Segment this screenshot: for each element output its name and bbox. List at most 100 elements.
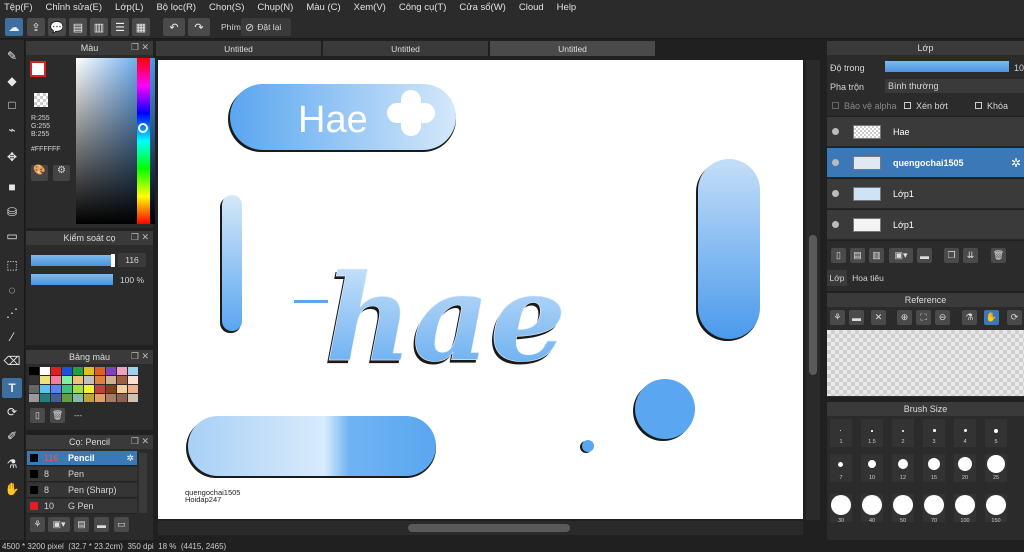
select-eraser-icon[interactable]: ⌫ xyxy=(2,351,22,371)
cloud-icon[interactable]: ☁ xyxy=(5,18,23,36)
menu-edit[interactable]: Chỉnh sửa(E) xyxy=(46,2,103,13)
reset-button[interactable]: ⊘ Đặt lại xyxy=(241,18,291,36)
brush-size-cell[interactable]: 12 xyxy=(892,454,914,482)
copy-layer-icon[interactable]: ❐ xyxy=(944,248,959,263)
gear-icon[interactable]: ✲ xyxy=(1011,156,1021,170)
select-rect-icon[interactable]: ⬚ xyxy=(2,255,22,275)
brush-size-cell[interactable]: 1.5 xyxy=(861,419,883,447)
grid-icon[interactable]: ▦ xyxy=(132,18,150,36)
menu-file[interactable]: Tệp(F) xyxy=(4,2,33,13)
lasso-icon[interactable]: ◌ xyxy=(2,280,22,300)
new-folder-layer-icon[interactable]: ▥ xyxy=(869,248,884,263)
drawing-canvas[interactable]: Hae hae hae quengochai1505 Hoidap247 xyxy=(158,60,803,519)
horizontal-scrollbar[interactable] xyxy=(158,521,803,535)
menu-filter[interactable]: Bộ lọc(R) xyxy=(156,2,196,13)
brush-size-handle[interactable] xyxy=(111,254,115,267)
lasso-brush-icon[interactable]: ⌁ xyxy=(2,120,22,140)
tab-untitled-2[interactable]: Untitled xyxy=(323,41,488,56)
gear-icon[interactable]: ✲ xyxy=(126,453,134,464)
eraser-tool-icon[interactable]: ◆ xyxy=(2,71,22,91)
brush-size-cell[interactable]: 70 xyxy=(923,494,945,524)
brush-size-cell[interactable]: 15 xyxy=(923,454,945,482)
text-tool-icon[interactable]: T xyxy=(2,378,22,398)
brush-opacity-value[interactable]: 100 % xyxy=(118,273,146,287)
eye-icon[interactable] xyxy=(832,159,839,166)
menu-layer[interactable]: Lớp(L) xyxy=(115,2,143,13)
tab-navigator[interactable]: Hoa tiêu xyxy=(848,270,888,286)
brush-size-cell[interactable]: 2 xyxy=(892,419,914,447)
fit-icon[interactable]: ⛶ xyxy=(916,310,931,325)
vertical-scroll-thumb[interactable] xyxy=(809,235,817,375)
panel-controls[interactable]: ❐ ✕ xyxy=(131,436,149,447)
reference-open-icon[interactable]: ▬ xyxy=(849,310,864,325)
eye-icon[interactable] xyxy=(832,128,839,135)
brush-folder-icon[interactable]: ▬ xyxy=(94,517,109,532)
fill-rect-icon[interactable]: ■ xyxy=(2,177,22,197)
brush-size-cell[interactable]: 1 xyxy=(830,419,852,447)
rect-tool-icon[interactable]: □ xyxy=(2,95,22,115)
layer-row[interactable]: Lớp1 xyxy=(827,179,1024,209)
brush-size-value[interactable]: 116 xyxy=(118,253,146,267)
menu-cloud[interactable]: Cloud xyxy=(519,2,544,13)
note-icon[interactable]: ▤ xyxy=(69,18,87,36)
menu-view[interactable]: Xem(V) xyxy=(354,2,386,13)
brush-size-cell[interactable]: 50 xyxy=(892,494,914,524)
brush-delete-icon[interactable]: ▭ xyxy=(114,517,129,532)
fill-select-icon[interactable]: ⟳ xyxy=(2,402,22,422)
list-icon[interactable]: ☰ xyxy=(111,18,129,36)
new-layer-plus-icon[interactable]: ▤ xyxy=(850,248,865,263)
page-icon[interactable]: ▥ xyxy=(90,18,108,36)
eye-icon[interactable] xyxy=(832,221,839,228)
move-tool-icon[interactable]: ✥ xyxy=(2,147,22,167)
comment-icon[interactable]: 💬 xyxy=(48,18,66,36)
horizontal-scroll-thumb[interactable] xyxy=(408,524,570,532)
brush-settings-icon[interactable]: ⚘ xyxy=(30,517,45,532)
layer-opacity-slider[interactable] xyxy=(885,61,1009,72)
close-icon[interactable]: ✕ xyxy=(871,310,886,325)
blend-mode-select[interactable]: Bình thường xyxy=(885,79,1024,93)
hand-icon[interactable]: ✋ xyxy=(2,479,22,499)
merge-layer-icon[interactable]: ⇊ xyxy=(963,248,978,263)
tab-untitled-3[interactable]: Untitled xyxy=(490,41,655,56)
tab-untitled-1[interactable]: Untitled xyxy=(156,41,321,56)
delete-palette-icon[interactable]: 🗑 xyxy=(50,408,65,423)
redo-icon[interactable]: ↷ xyxy=(188,18,210,36)
eyedropper-icon[interactable]: ⚗ xyxy=(962,310,977,325)
brush-size-cell[interactable]: 30 xyxy=(830,494,852,524)
panel-controls[interactable]: ❐ ✕ xyxy=(131,232,149,243)
select-pen-icon[interactable]: ⁄ xyxy=(2,327,22,347)
protect-alpha-checkbox[interactable] xyxy=(832,102,839,109)
brush-size-cell[interactable]: 3 xyxy=(923,419,945,447)
palette-icon[interactable]: 🎨 xyxy=(31,165,48,181)
brush-item-pen-sharp[interactable]: 8 Pen (Sharp) xyxy=(27,483,137,498)
divide-tool-icon[interactable]: ✐ xyxy=(2,426,22,446)
brush-item-g-pen[interactable]: 10 G Pen xyxy=(27,499,137,514)
menu-capture[interactable]: Chụp(N) xyxy=(257,2,293,13)
vertical-scrollbar[interactable] xyxy=(806,60,820,520)
tab-layer[interactable]: Lớp xyxy=(827,270,847,286)
hand-icon[interactable]: ✋ xyxy=(984,310,999,325)
add-brush-icon[interactable]: ▣▾ xyxy=(48,517,70,532)
bucket-icon[interactable]: ⛁ xyxy=(2,202,22,222)
zoom-out-icon[interactable]: ⊖ xyxy=(935,310,950,325)
hue-handle[interactable] xyxy=(138,123,148,133)
brush-size-cell[interactable]: 40 xyxy=(861,494,883,524)
eyedropper-icon[interactable]: ⚗ xyxy=(2,454,22,474)
clip-checkbox[interactable] xyxy=(904,102,911,109)
panel-controls[interactable]: ❐ ✕ xyxy=(131,351,149,362)
transparent-swatch[interactable] xyxy=(34,93,48,107)
brush-size-cell[interactable]: 5 xyxy=(985,419,1007,447)
new-palette-icon[interactable]: ▯ xyxy=(30,408,45,423)
delete-layer-icon[interactable]: 🗑 xyxy=(991,248,1006,263)
layer-row[interactable]: Lớp1 xyxy=(827,210,1024,240)
menu-color[interactable]: Màu (C) xyxy=(306,2,340,13)
brush-tool-icon[interactable]: ✎ xyxy=(2,46,22,66)
menu-window[interactable]: Cửa sổ(W) xyxy=(459,2,505,13)
palette-swatch-grid[interactable] xyxy=(29,367,138,403)
reference-image-area[interactable] xyxy=(827,330,1024,396)
zoom-in-icon[interactable]: ⊕ xyxy=(897,310,912,325)
lock-checkbox[interactable] xyxy=(975,102,982,109)
menu-tools[interactable]: Công cụ(T) xyxy=(399,2,447,13)
layer-row[interactable]: quengochai1505 ✲ xyxy=(827,148,1024,178)
menu-select[interactable]: Chọn(S) xyxy=(209,2,244,13)
